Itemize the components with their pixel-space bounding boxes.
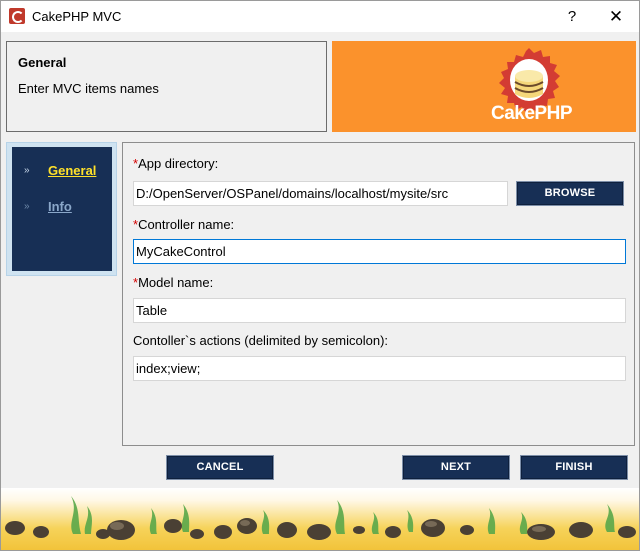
- page-title: General: [18, 55, 67, 70]
- cakephp-banner: CakePHP: [332, 41, 636, 132]
- help-button[interactable]: ?: [549, 1, 595, 32]
- finish-button[interactable]: FINISH: [520, 455, 628, 480]
- title-bar: CakePHP MVC ? ✕: [1, 1, 639, 32]
- close-button[interactable]: ✕: [593, 1, 639, 32]
- cancel-button[interactable]: CANCEL: [166, 455, 274, 480]
- page-subtitle: Enter MVC items names: [18, 81, 159, 96]
- app-directory-label-text: App directory:: [138, 156, 219, 171]
- cakephp-app-icon: [9, 8, 25, 24]
- window-title: CakePHP MVC: [32, 9, 122, 24]
- logo-text-cake: Cake: [491, 103, 535, 124]
- page-header: General Enter MVC items names: [6, 41, 327, 132]
- controller-actions-input[interactable]: index;view;: [133, 356, 626, 381]
- wizard-nav: » General » Info: [12, 147, 112, 271]
- controller-name-label: *Controller name:: [133, 217, 234, 232]
- model-name-label-text: Model name:: [138, 275, 214, 290]
- nav-item-label[interactable]: Info: [48, 199, 72, 214]
- controller-name-label-text: Controller name:: [138, 217, 235, 232]
- wizard-window: CakePHP MVC ? ✕ General Enter MVC items …: [0, 0, 640, 551]
- seaweed-stones-decoration-icon: [5, 496, 636, 540]
- decorative-seabed-footer: [1, 488, 639, 550]
- app-directory-label: *App directory:: [133, 156, 218, 171]
- nav-item-label[interactable]: General: [48, 163, 96, 178]
- logo-text-php: PHP: [534, 103, 572, 124]
- double-chevron-right-icon: »: [24, 201, 30, 212]
- next-button[interactable]: NEXT: [402, 455, 510, 480]
- browse-button[interactable]: BROWSE: [516, 181, 624, 206]
- controller-actions-label: Contoller`s actions (delimited by semico…: [133, 333, 389, 348]
- nav-item-general[interactable]: » General: [12, 163, 112, 183]
- app-directory-input[interactable]: D:/OpenServer/OSPanel/domains/localhost/…: [133, 181, 508, 206]
- model-name-input[interactable]: Table: [133, 298, 626, 323]
- mvc-form: *App directory: D:/OpenServer/OSPanel/do…: [122, 142, 635, 446]
- nav-item-info[interactable]: » Info: [12, 199, 112, 219]
- controller-name-input[interactable]: MyCakeControl: [133, 239, 626, 264]
- double-chevron-right-icon: »: [24, 165, 30, 176]
- cakephp-logo-text: CakePHP: [491, 103, 572, 125]
- model-name-label: *Model name:: [133, 275, 213, 290]
